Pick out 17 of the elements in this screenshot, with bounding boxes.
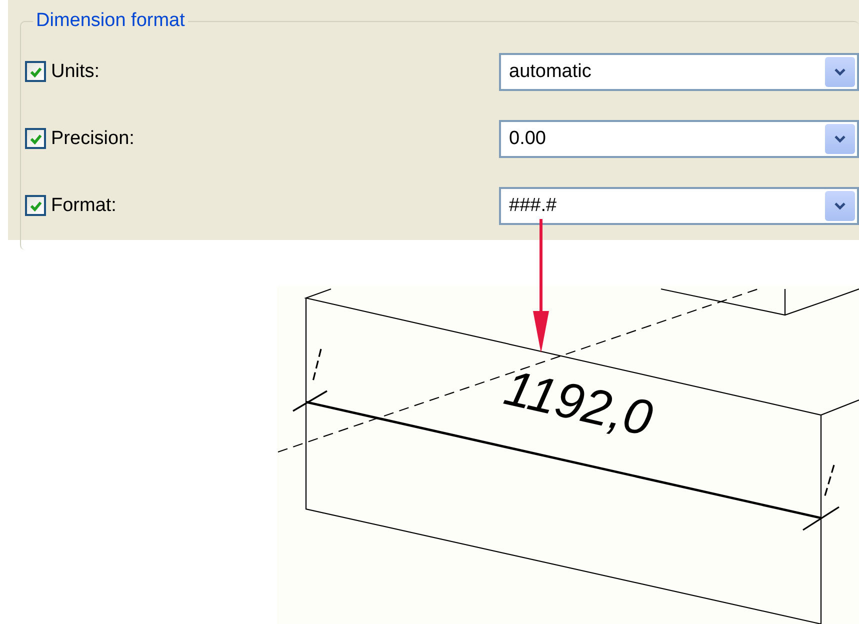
field-label: Format: bbox=[51, 194, 116, 216]
checkmark-icon bbox=[28, 64, 42, 78]
checkbox[interactable] bbox=[25, 195, 46, 216]
dimension-value: 1192,0 bbox=[500, 359, 658, 447]
chevron-down-icon[interactable] bbox=[825, 124, 855, 154]
checkmark-icon bbox=[28, 132, 42, 146]
checkmark-icon bbox=[28, 198, 42, 212]
dropdown[interactable]: 0.00 bbox=[499, 120, 859, 158]
dropdown[interactable]: automatic bbox=[499, 52, 859, 90]
field-label: Units: bbox=[51, 60, 100, 82]
dropdown[interactable]: ###.# bbox=[499, 186, 859, 224]
checkbox[interactable] bbox=[25, 128, 46, 149]
chevron-down-icon[interactable] bbox=[825, 190, 855, 220]
chevron-down-icon[interactable] bbox=[825, 56, 855, 86]
group-title: Dimension format bbox=[35, 10, 186, 32]
field-label: Precision: bbox=[51, 128, 134, 150]
checkbox[interactable] bbox=[25, 61, 46, 82]
